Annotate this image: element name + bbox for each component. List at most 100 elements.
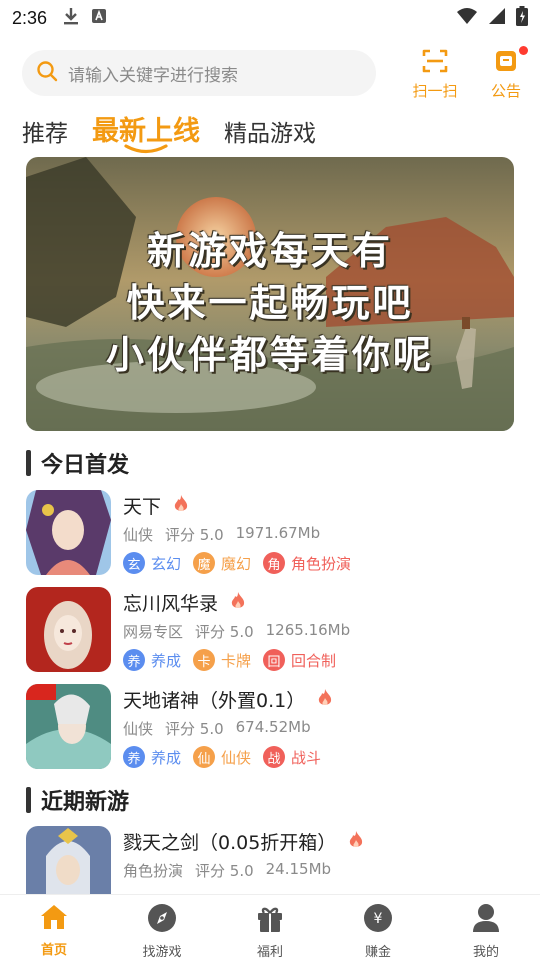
tag-badge: 养 bbox=[123, 649, 145, 671]
game-rating: 评分 5.0 bbox=[195, 862, 254, 880]
nav-label: 首页 bbox=[40, 943, 67, 958]
game-tag: 养养成 bbox=[123, 649, 181, 671]
game-item[interactable]: 戮天之剑（0.05折开箱） 角色扮演 评分 5.0 24.15Mb bbox=[26, 826, 516, 894]
tag-label: 卡牌 bbox=[221, 651, 252, 670]
search-icon bbox=[36, 60, 58, 86]
banner-line: 快来一起畅玩吧 bbox=[126, 281, 414, 325]
tag-badge: 玄 bbox=[123, 552, 145, 574]
tag-badge: 仙 bbox=[193, 746, 216, 768]
hot-flame-icon bbox=[230, 591, 246, 615]
nav-welfare[interactable]: 福利 bbox=[216, 895, 324, 960]
notice-label: 公告 bbox=[490, 82, 521, 100]
nav-label: 找游戏 bbox=[142, 945, 182, 960]
section-recent-header: 近期新游 bbox=[26, 784, 129, 816]
hot-flame-icon bbox=[348, 830, 364, 854]
home-icon bbox=[39, 903, 69, 935]
game-rating: 评分 5.0 bbox=[165, 720, 224, 738]
search-placeholder: 请输入关键字进行搜索 bbox=[68, 65, 238, 86]
nav-profile[interactable]: 我的 bbox=[432, 895, 540, 960]
wifi-icon bbox=[456, 7, 478, 29]
scan-label: 扫一扫 bbox=[412, 82, 458, 100]
game-tag: 回回合制 bbox=[263, 649, 336, 671]
game-icon bbox=[26, 587, 111, 672]
game-tag: 战战斗 bbox=[263, 746, 321, 768]
game-title: 戮天之剑（0.05折开箱） bbox=[123, 832, 337, 854]
tab-label: 精品游戏 bbox=[224, 121, 316, 147]
tag-label: 回合制 bbox=[291, 651, 337, 670]
section-bar bbox=[26, 787, 31, 813]
game-category: 角色扮演 bbox=[123, 862, 184, 880]
game-rating: 评分 5.0 bbox=[195, 623, 254, 641]
tag-label: 魔幻 bbox=[221, 554, 252, 573]
game-category: 网易专区 bbox=[123, 623, 184, 641]
compass-icon bbox=[147, 903, 177, 937]
tab-latest[interactable]: 最新上线 bbox=[92, 109, 200, 156]
game-item[interactable]: 天地诸神（外置0.1） 仙侠 评分 5.0 674.52Mb 养养成 仙仙侠 战… bbox=[26, 684, 516, 770]
bottom-navigation: 首页 找游戏 福利 ¥ 赚金 我的 bbox=[0, 894, 540, 960]
nav-label: 赚金 bbox=[364, 945, 391, 960]
promo-banner[interactable]: 新游戏每天有 快来一起畅玩吧 小伙伴都等着你呢 bbox=[26, 157, 514, 431]
section-bar bbox=[26, 450, 31, 476]
section-title: 近期新游 bbox=[41, 790, 130, 815]
notice-icon bbox=[493, 48, 519, 78]
tag-label: 角色扮演 bbox=[291, 554, 352, 573]
tag-label: 养成 bbox=[151, 748, 182, 767]
status-time: 2:36 bbox=[12, 7, 48, 28]
tag-badge: 角 bbox=[263, 552, 286, 574]
status-bar: 2:36 bbox=[0, 0, 540, 36]
tag-badge: 养 bbox=[123, 746, 145, 768]
tag-label: 战斗 bbox=[291, 748, 322, 767]
money-bag-icon: ¥ bbox=[363, 903, 393, 937]
game-icon bbox=[26, 490, 111, 575]
game-item[interactable]: 忘川风华录 网易专区 评分 5.0 1265.16Mb 养养成 卡卡牌 回回合制 bbox=[26, 587, 516, 673]
game-category: 仙侠 bbox=[123, 720, 154, 738]
signal-icon bbox=[488, 7, 506, 29]
banner-line: 小伙伴都等着你呢 bbox=[105, 333, 434, 377]
game-icon bbox=[26, 684, 111, 769]
tab-recommended[interactable]: 推荐 bbox=[22, 114, 68, 156]
search-input[interactable]: 请输入关键字进行搜索 bbox=[22, 50, 376, 96]
game-tag: 仙仙侠 bbox=[193, 746, 251, 768]
nav-find-games[interactable]: 找游戏 bbox=[108, 895, 216, 960]
nav-earn-gold[interactable]: ¥ 赚金 bbox=[324, 895, 432, 960]
user-icon bbox=[471, 903, 501, 937]
game-size: 1265.16Mb bbox=[265, 621, 351, 639]
hot-flame-icon bbox=[317, 688, 333, 712]
game-item[interactable]: 天下 仙侠 评分 5.0 1971.67Mb 玄玄幻 魔魔幻 角角色扮演 bbox=[26, 490, 516, 576]
tab-label: 推荐 bbox=[22, 121, 68, 147]
game-title: 天下 bbox=[123, 496, 162, 518]
game-size: 674.52Mb bbox=[235, 718, 311, 736]
game-rating: 评分 5.0 bbox=[165, 526, 224, 544]
battery-icon bbox=[516, 6, 528, 30]
nav-home[interactable]: 首页 bbox=[0, 895, 108, 960]
hot-flame-icon bbox=[173, 494, 189, 518]
tag-label: 玄幻 bbox=[151, 554, 182, 573]
tag-badge: 回 bbox=[263, 649, 286, 671]
tag-badge: 魔 bbox=[193, 552, 216, 574]
gift-icon bbox=[255, 903, 285, 937]
scan-icon bbox=[421, 48, 449, 78]
tag-badge: 卡 bbox=[193, 649, 216, 671]
game-tag: 养养成 bbox=[123, 746, 181, 768]
game-icon bbox=[26, 826, 111, 894]
tab-premium[interactable]: 精品游戏 bbox=[224, 114, 316, 156]
category-tabs: 推荐 最新上线 精品游戏 bbox=[22, 108, 316, 156]
nav-label: 我的 bbox=[472, 945, 499, 960]
section-today-header: 今日首发 bbox=[26, 447, 129, 479]
game-tag: 玄玄幻 bbox=[123, 552, 181, 574]
nav-label: 福利 bbox=[256, 945, 283, 960]
game-category: 仙侠 bbox=[123, 526, 154, 544]
tag-badge: 战 bbox=[263, 746, 286, 768]
scan-button[interactable]: 扫一扫 bbox=[407, 48, 463, 101]
banner-headline: 新游戏每天有 快来一起畅玩吧 小伙伴都等着你呢 bbox=[26, 225, 514, 381]
download-icon bbox=[63, 7, 79, 29]
notice-button[interactable]: 公告 bbox=[478, 46, 534, 101]
svg-text:¥: ¥ bbox=[374, 911, 383, 927]
game-size: 24.15Mb bbox=[265, 860, 332, 878]
game-tag: 魔魔幻 bbox=[193, 552, 251, 574]
game-size: 1971.67Mb bbox=[235, 524, 321, 542]
tag-label: 仙侠 bbox=[221, 748, 252, 767]
game-tag: 卡卡牌 bbox=[193, 649, 251, 671]
game-title: 忘川风华录 bbox=[123, 593, 219, 615]
banner-line: 新游戏每天有 bbox=[146, 229, 393, 273]
